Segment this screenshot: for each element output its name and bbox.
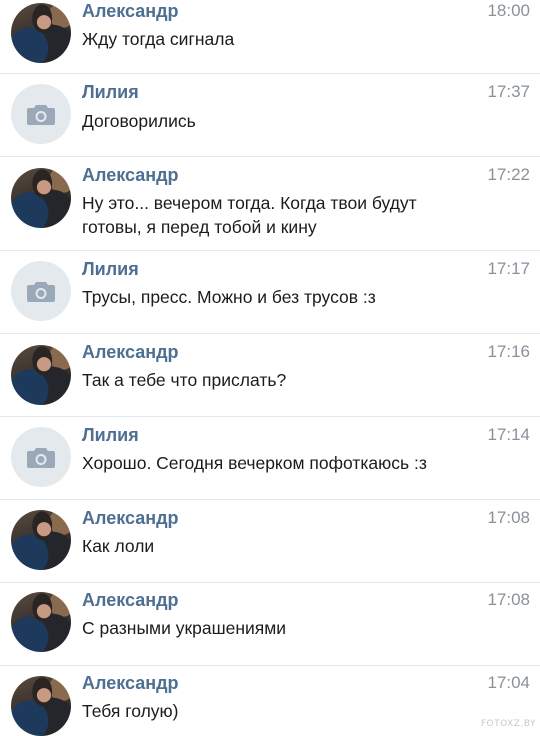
avatar[interactable] xyxy=(11,168,71,228)
message-item[interactable]: Александр 17:16 Так а тебе что прислать? xyxy=(0,334,540,417)
watermark: FOTOXZ.BY xyxy=(480,719,536,729)
message-text: Договорились xyxy=(82,111,196,131)
camera-icon xyxy=(27,448,55,468)
avatar[interactable] xyxy=(11,592,71,652)
sender-name[interactable]: Александр xyxy=(82,0,179,22)
message-item[interactable]: Александр 17:22 Ну это... вечером тогда.… xyxy=(0,157,540,251)
message-time: 17:08 xyxy=(487,590,530,609)
message-text: Хорошо. Сегодня вечерком пофоткаюсь :з xyxy=(82,453,427,473)
sender-name[interactable]: Лилия xyxy=(82,258,139,280)
sender-name[interactable]: Лилия xyxy=(82,81,139,103)
message-time: 17:37 xyxy=(487,82,530,101)
message-time: 17:22 xyxy=(487,165,530,184)
message-text: С разными украшениями xyxy=(82,618,287,638)
message-text: Ну это... вечером тогда. Когда твои буду… xyxy=(82,193,417,237)
message-item[interactable]: Александр 18:00 Жду тогда сигнала xyxy=(0,0,540,74)
message-text: Как лоли xyxy=(82,536,155,556)
message-item[interactable]: Лилия 17:37 Договорились xyxy=(0,74,540,157)
message-time: 17:16 xyxy=(487,342,530,361)
message-time: 17:17 xyxy=(487,259,530,278)
message-item[interactable]: Александр 17:08 Как лоли xyxy=(0,500,540,583)
message-time: 17:14 xyxy=(487,425,530,444)
avatar[interactable] xyxy=(11,345,71,405)
message-time: 17:04 xyxy=(487,673,530,692)
avatar[interactable] xyxy=(11,3,71,63)
avatar[interactable] xyxy=(11,261,71,321)
message-time: 17:08 xyxy=(487,508,530,527)
camera-icon xyxy=(27,282,55,302)
camera-icon xyxy=(27,105,55,125)
message-time: 18:00 xyxy=(487,1,530,20)
avatar[interactable] xyxy=(11,510,71,570)
sender-name[interactable]: Александр xyxy=(82,589,179,611)
sender-name[interactable]: Лилия xyxy=(82,424,139,446)
sender-name[interactable]: Александр xyxy=(82,341,179,363)
message-text: Жду тогда сигнала xyxy=(82,29,235,49)
message-text: Тебя голую) xyxy=(82,701,179,721)
avatar[interactable] xyxy=(11,427,71,487)
message-text: Так а тебе что прислать? xyxy=(82,370,287,390)
sender-name[interactable]: Александр xyxy=(82,164,179,186)
sender-name[interactable]: Александр xyxy=(82,507,179,529)
message-item[interactable]: Лилия 17:14 Хорошо. Сегодня вечерком поф… xyxy=(0,417,540,500)
avatar[interactable] xyxy=(11,676,71,736)
avatar[interactable] xyxy=(11,84,71,144)
message-text: Трусы, пресс. Можно и без трусов :з xyxy=(82,287,376,307)
sender-name[interactable]: Александр xyxy=(82,672,179,694)
message-item[interactable]: Александр 17:04 Тебя голую) xyxy=(0,666,540,736)
message-item[interactable]: Лилия 17:17 Трусы, пресс. Можно и без тр… xyxy=(0,251,540,334)
message-item[interactable]: Александр 17:08 С разными украшениями xyxy=(0,583,540,666)
